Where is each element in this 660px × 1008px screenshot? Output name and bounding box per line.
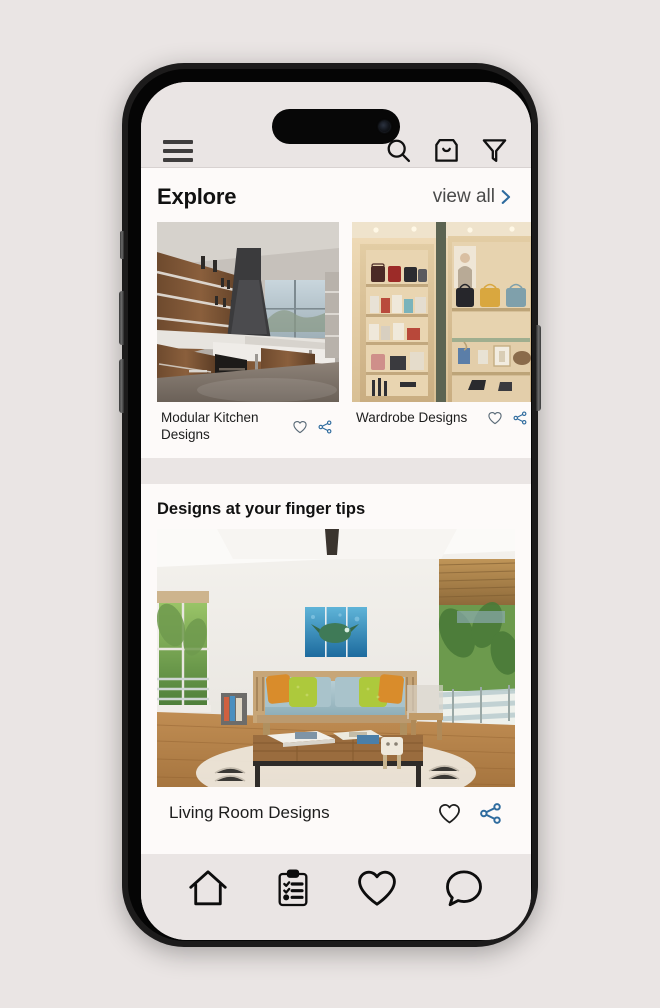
front-camera-icon: [379, 121, 390, 132]
filter-funnel-icon[interactable]: [480, 136, 509, 165]
card-footer: Wardrobe Designs: [352, 402, 531, 427]
chat-bubble-icon: [445, 870, 482, 907]
living-room-photo: [157, 528, 515, 787]
feature-actions: [437, 801, 503, 826]
feature-title: Living Room Designs: [169, 803, 330, 823]
hamburger-menu-icon[interactable]: [163, 137, 193, 165]
nav-chat[interactable]: [442, 866, 486, 910]
nav-favorites[interactable]: [355, 866, 399, 910]
silent-switch[interactable]: [120, 231, 124, 259]
feature-footer: Living Room Designs: [157, 787, 515, 842]
nav-home[interactable]: [186, 866, 230, 910]
feature-card[interactable]: Living Room Designs: [141, 528, 531, 842]
share-nodes-icon[interactable]: [317, 419, 333, 435]
clipboard-checklist-icon: [278, 869, 308, 907]
card-title: Modular Kitchen Designs: [161, 410, 259, 442]
section-divider: [141, 457, 531, 484]
card-footer: Modular Kitchen Designs: [157, 402, 339, 444]
view-all-label: view all: [432, 186, 495, 207]
chevron-right-icon: [501, 190, 511, 204]
app-body: Explore view all Modular Kitchen Designs…: [141, 168, 531, 854]
phone-bezel: Explore view all Modular Kitchen Designs…: [128, 69, 532, 941]
view-all-button[interactable]: view all: [433, 186, 515, 208]
power-button[interactable]: [536, 325, 541, 411]
card-actions: [487, 410, 528, 426]
shopping-bag-icon[interactable]: [432, 136, 461, 165]
dynamic-island: [272, 109, 400, 144]
card-title: Wardrobe Designs: [356, 410, 468, 425]
share-nodes-icon[interactable]: [512, 410, 528, 426]
explore-section: Explore view all Modular Kitchen Designs…: [141, 168, 531, 458]
section-title: Designs at your finger tips: [157, 499, 366, 518]
finger-tips-section: Designs at your finger tips Living Room …: [141, 483, 531, 854]
heart-icon: [358, 870, 397, 906]
volume-up-button[interactable]: [119, 291, 124, 345]
nav-projects[interactable]: [273, 868, 313, 908]
explore-header: Explore view all: [141, 168, 531, 222]
card-actions: [292, 419, 333, 435]
explore-card[interactable]: Wardrobe Designs: [352, 222, 531, 444]
volume-down-button[interactable]: [119, 359, 124, 413]
phone-screen: Explore view all Modular Kitchen Designs…: [141, 82, 531, 940]
modular-kitchen-photo: [157, 222, 339, 402]
explore-title: Explore: [157, 184, 237, 209]
share-nodes-icon[interactable]: [478, 801, 503, 826]
heart-outline-icon[interactable]: [487, 410, 503, 426]
heart-outline-icon[interactable]: [292, 419, 308, 435]
explore-carousel[interactable]: Modular Kitchen Designs Wardrobe Designs: [141, 222, 531, 444]
header-actions: [384, 136, 509, 165]
wardrobe-closet-photo: [352, 222, 531, 402]
phone-frame: Explore view all Modular Kitchen Designs…: [119, 63, 541, 947]
heart-outline-icon[interactable]: [437, 801, 462, 826]
explore-card[interactable]: Modular Kitchen Designs: [157, 222, 339, 444]
home-icon: [189, 870, 227, 906]
bottom-navigation: [141, 854, 531, 940]
